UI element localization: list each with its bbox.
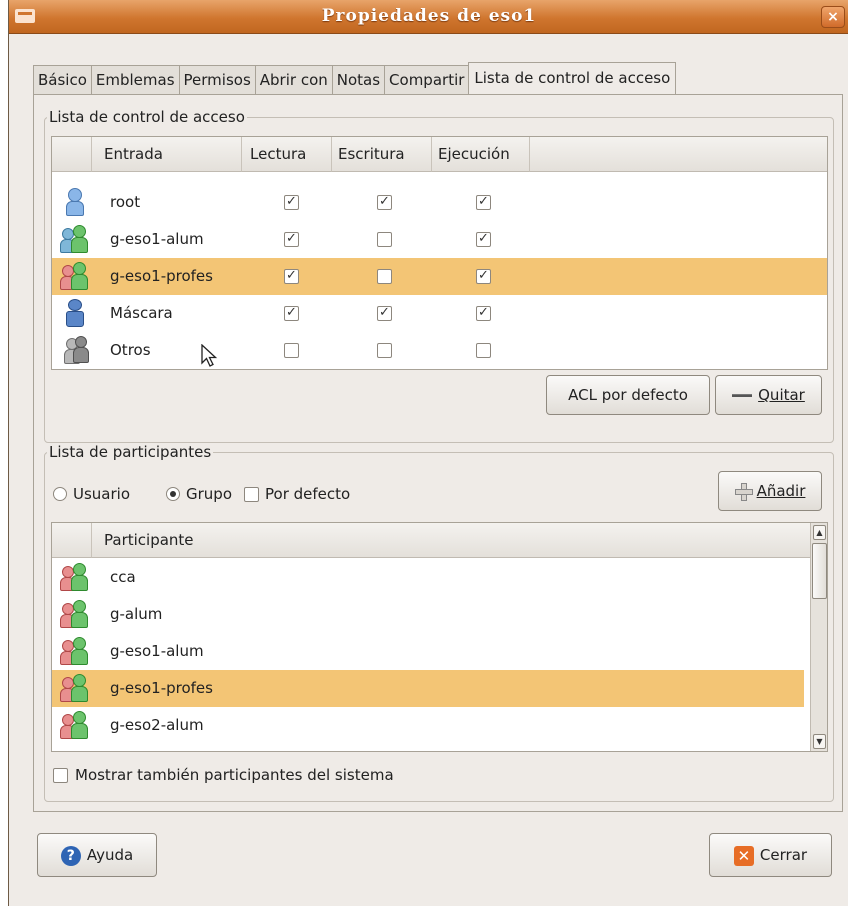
tab-compartir[interactable]: Compartir: [384, 65, 470, 95]
acl-header-escritura[interactable]: Escritura: [332, 137, 432, 172]
remove-button[interactable]: Quitar: [715, 375, 822, 415]
write-checkbox[interactable]: [377, 269, 392, 284]
group-radio[interactable]: [166, 487, 180, 501]
title-bar[interactable]: Propiedades de eso1 ×: [9, 0, 848, 34]
write-checkbox[interactable]: [377, 303, 392, 323]
write-checkbox[interactable]: [377, 192, 392, 212]
scroll-thumb[interactable]: [812, 543, 827, 599]
close-button[interactable]: ✕ Cerrar: [709, 833, 832, 877]
add-button-label: Añadir: [756, 482, 806, 500]
remove-icon: [732, 394, 753, 397]
group-radio-label: Grupo: [186, 485, 232, 503]
participant-row-cca[interactable]: cca: [52, 559, 827, 596]
user-radio-label: Usuario: [73, 485, 131, 503]
write-checkbox[interactable]: [377, 343, 392, 358]
write-checkbox[interactable]: [377, 232, 392, 247]
tab-abrir-con[interactable]: Abrir con: [254, 65, 333, 95]
read-checkbox[interactable]: [284, 192, 299, 212]
participants-scrollbar[interactable]: ▲ ▼: [810, 523, 827, 751]
tab-panel: Lista de control de acceso Entrada Lectu…: [33, 94, 843, 812]
tab-permisos[interactable]: Permisos: [178, 65, 256, 95]
default-checkbox[interactable]: [244, 487, 259, 502]
participant-name: g-eso1-alum: [110, 642, 204, 660]
tab-acl[interactable]: Lista de control de acceso: [468, 62, 677, 95]
add-button[interactable]: Añadir: [718, 471, 822, 511]
group-icon: [60, 637, 90, 665]
group-icon: [60, 711, 90, 739]
group-icon: [60, 225, 90, 253]
read-checkbox[interactable]: [284, 229, 299, 249]
acl-entry-name: g-eso1-profes: [110, 267, 213, 285]
acl-entry-name: root: [110, 193, 141, 211]
participant-name: g-eso1-profes: [110, 679, 213, 697]
show-system-label: Mostrar también participantes del sistem…: [75, 766, 394, 784]
participant-row-g-alum[interactable]: g-alum: [52, 596, 827, 633]
participants-frame-label: Lista de participantes: [47, 443, 214, 461]
properties-window: Propiedades de eso1 × Básico Emblemas Pe…: [8, 0, 848, 906]
exec-checkbox[interactable]: [476, 266, 491, 286]
acl-entry-name: g-eso1-alum: [110, 230, 204, 248]
close-icon: ✕: [733, 845, 754, 866]
acl-row-otros[interactable]: Otros: [52, 332, 827, 369]
mask-icon: [62, 299, 92, 327]
exec-checkbox[interactable]: [476, 303, 491, 323]
acl-row-mascara[interactable]: Máscara: [52, 295, 827, 332]
acl-table: Entrada Lectura Escritura Ejecución root: [51, 136, 828, 370]
participant-name: cca: [110, 568, 136, 586]
participant-name: g-eso2-alum: [110, 716, 204, 734]
default-acl-button[interactable]: ACL por defecto: [546, 375, 710, 415]
participants-table: Participante cca g-alum g-eso1-alum g-es…: [51, 522, 828, 752]
help-button-label: Ayuda: [86, 846, 134, 864]
exec-checkbox[interactable]: [476, 192, 491, 212]
acl-entry-name: Otros: [110, 341, 151, 359]
remove-button-label: Quitar: [758, 386, 805, 404]
exec-checkbox[interactable]: [476, 343, 491, 358]
acl-header-ejecucion[interactable]: Ejecución: [432, 137, 530, 172]
show-system-checkbox[interactable]: [53, 768, 68, 783]
acl-row-g-eso1-alum[interactable]: g-eso1-alum: [52, 221, 827, 258]
participant-row-g-eso1-alum[interactable]: g-eso1-alum: [52, 633, 827, 670]
window-title: Propiedades de eso1: [321, 6, 537, 26]
help-icon: ?: [60, 845, 81, 866]
scroll-down-button[interactable]: ▼: [813, 734, 826, 749]
group-icon: [60, 674, 90, 702]
read-checkbox[interactable]: [284, 343, 299, 358]
participants-header[interactable]: Participante: [92, 523, 812, 558]
tab-notas[interactable]: Notas: [331, 65, 386, 95]
user-icon: [62, 188, 92, 216]
close-button-label: Cerrar: [759, 846, 808, 864]
user-radio[interactable]: [53, 487, 67, 501]
add-icon: [734, 482, 753, 501]
default-checkbox-label: Por defecto: [265, 485, 351, 503]
participant-row-g-eso2-alum[interactable]: g-eso2-alum: [52, 707, 827, 744]
help-button[interactable]: ? Ayuda: [37, 833, 157, 877]
acl-header-lectura[interactable]: Lectura: [242, 137, 332, 172]
group-icon: [60, 262, 90, 290]
acl-frame-label: Lista de control de acceso: [47, 108, 247, 126]
tab-emblemas[interactable]: Emblemas: [90, 65, 180, 95]
tab-basico[interactable]: Básico: [33, 65, 92, 95]
acl-entry-name: Máscara: [110, 304, 173, 322]
acl-header-entrada[interactable]: Entrada: [92, 137, 242, 172]
acl-row-g-eso1-profes[interactable]: g-eso1-profes: [52, 258, 827, 295]
acl-header-icon: [52, 137, 92, 172]
others-icon: [62, 336, 92, 364]
acl-row-root[interactable]: root: [52, 184, 827, 221]
read-checkbox[interactable]: [284, 303, 299, 323]
group-icon: [60, 563, 90, 591]
group-icon: [60, 600, 90, 628]
participant-name: g-alum: [110, 605, 163, 623]
scroll-up-button[interactable]: ▲: [813, 525, 826, 540]
participants-header-icon: [52, 523, 92, 558]
window-close-button[interactable]: ×: [821, 6, 845, 28]
read-checkbox[interactable]: [284, 266, 299, 286]
tab-bar: Básico Emblemas Permisos Abrir con Notas…: [33, 62, 677, 95]
acl-header-filler: [530, 137, 827, 172]
exec-checkbox[interactable]: [476, 229, 491, 249]
participant-row-g-eso1-profes[interactable]: g-eso1-profes: [52, 670, 804, 707]
